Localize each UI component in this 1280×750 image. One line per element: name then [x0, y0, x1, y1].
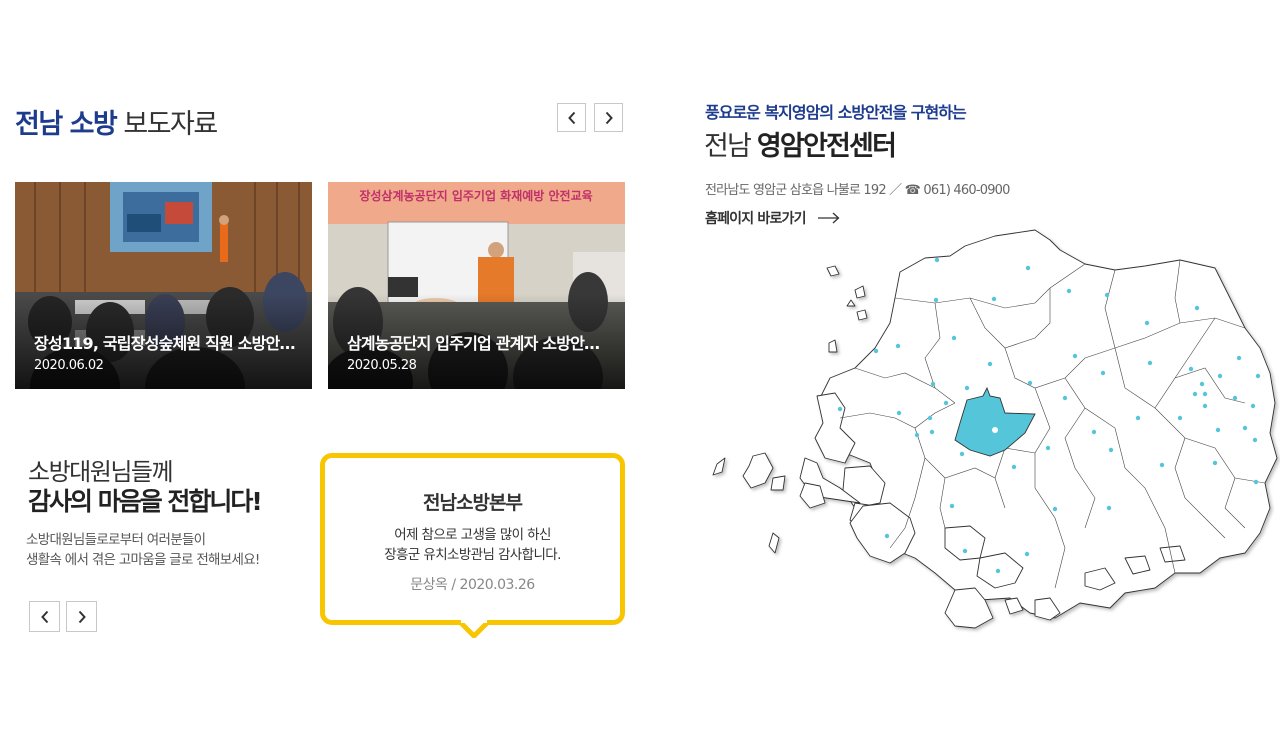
homepage-link[interactable]: 홈페이지 바로가기 [705, 208, 840, 228]
thanks-card-text-line2: 장흥군 유치소방관님 감사합니다. [384, 547, 561, 563]
map-island [712, 457, 726, 476]
center-address: 전라남도 영암군 삼호읍 나불로 192 ／ ☎ 061) 460-0900 [705, 183, 1010, 198]
map-island [854, 285, 866, 299]
thanks-card-text-line1: 어제 참으로 고생을 많이 하신 [394, 527, 551, 543]
press-photo-2-banner: 장성삼계농공단지 입주기업 화재예방 안전교육 [359, 188, 592, 203]
press-card-date: 2020.05.28 [347, 358, 417, 373]
press-next-button[interactable] [594, 103, 623, 132]
press-card-date: 2020.06.02 [34, 358, 104, 373]
center-title-bold: 영암안전센터 [756, 131, 897, 162]
thanks-next-button[interactable] [66, 601, 97, 632]
thanks-heading-line2: 감사의 마음을 전합니다! [28, 487, 263, 516]
thanks-message-card[interactable]: 전남소방본부 어제 참으로 고생을 많이 하신 장흥군 유치소방관님 감사합니다… [320, 453, 625, 625]
homepage-link-label: 홈페이지 바로가기 [705, 211, 807, 227]
map-island [768, 532, 780, 554]
thanks-desc-line1: 소방대원님들로로부터 여러분들이 [26, 532, 206, 548]
press-title-rest: 보도자료 [116, 109, 218, 140]
map-island [828, 339, 838, 353]
press-card-title: 삼계농공단지 입주기업 관계자 소방안전교육 실시 [347, 334, 609, 353]
chevron-left-icon [567, 111, 575, 124]
map-island [742, 452, 774, 489]
press-card-title: 장성119, 국립장성숲체원 직원 소방안전교육 실시 [34, 334, 296, 353]
thanks-card-signature: 문상옥 / 2020.03.26 [410, 577, 535, 593]
press-prev-button[interactable] [557, 103, 586, 132]
press-section-title: 전남 소방 보도자료 [15, 102, 218, 141]
map-island [846, 299, 856, 307]
chevron-right-icon [605, 111, 613, 124]
press-title-highlight: 전남 소방 [15, 109, 118, 140]
jeonnam-region-map [712, 229, 1278, 629]
center-title: 전남 영암안전센터 [704, 124, 897, 163]
thanks-card-title: 전남소방본부 [423, 492, 523, 514]
press-card-2[interactable]: 장성삼계농공단지 입주기업 화재예방 안전교육 삼계농공단지 입주기업 관계자 … [328, 182, 625, 389]
center-title-prefix: 전남 [704, 131, 757, 162]
thanks-prev-button[interactable] [29, 601, 60, 632]
map-island [856, 309, 868, 321]
chevron-right-icon [78, 610, 86, 623]
center-subtitle: 풍요로운 복지영암의 소방안전을 구현하는 [705, 103, 967, 122]
bubble-tail [458, 620, 490, 638]
thanks-desc-line2: 생활속 에서 겪은 고마움을 글로 전해보세요! [26, 552, 260, 568]
map-island [1159, 545, 1186, 563]
chevron-left-icon [40, 610, 48, 623]
map-island [826, 265, 840, 277]
arrow-right-icon [817, 212, 840, 224]
press-card-1[interactable]: 장성119, 국립장성숲체원 직원 소방안전교육 실시 2020.06.02 [15, 182, 312, 389]
map-center-marker [992, 427, 998, 433]
map-island [770, 475, 786, 491]
thanks-card-text: 어제 참으로 고생을 많이 하신 장흥군 유치소방관님 감사합니다. [325, 525, 620, 565]
thanks-description: 소방대원님들로로부터 여러분들이 생활속 에서 겪은 고마움을 글로 전해보세요… [26, 530, 260, 570]
